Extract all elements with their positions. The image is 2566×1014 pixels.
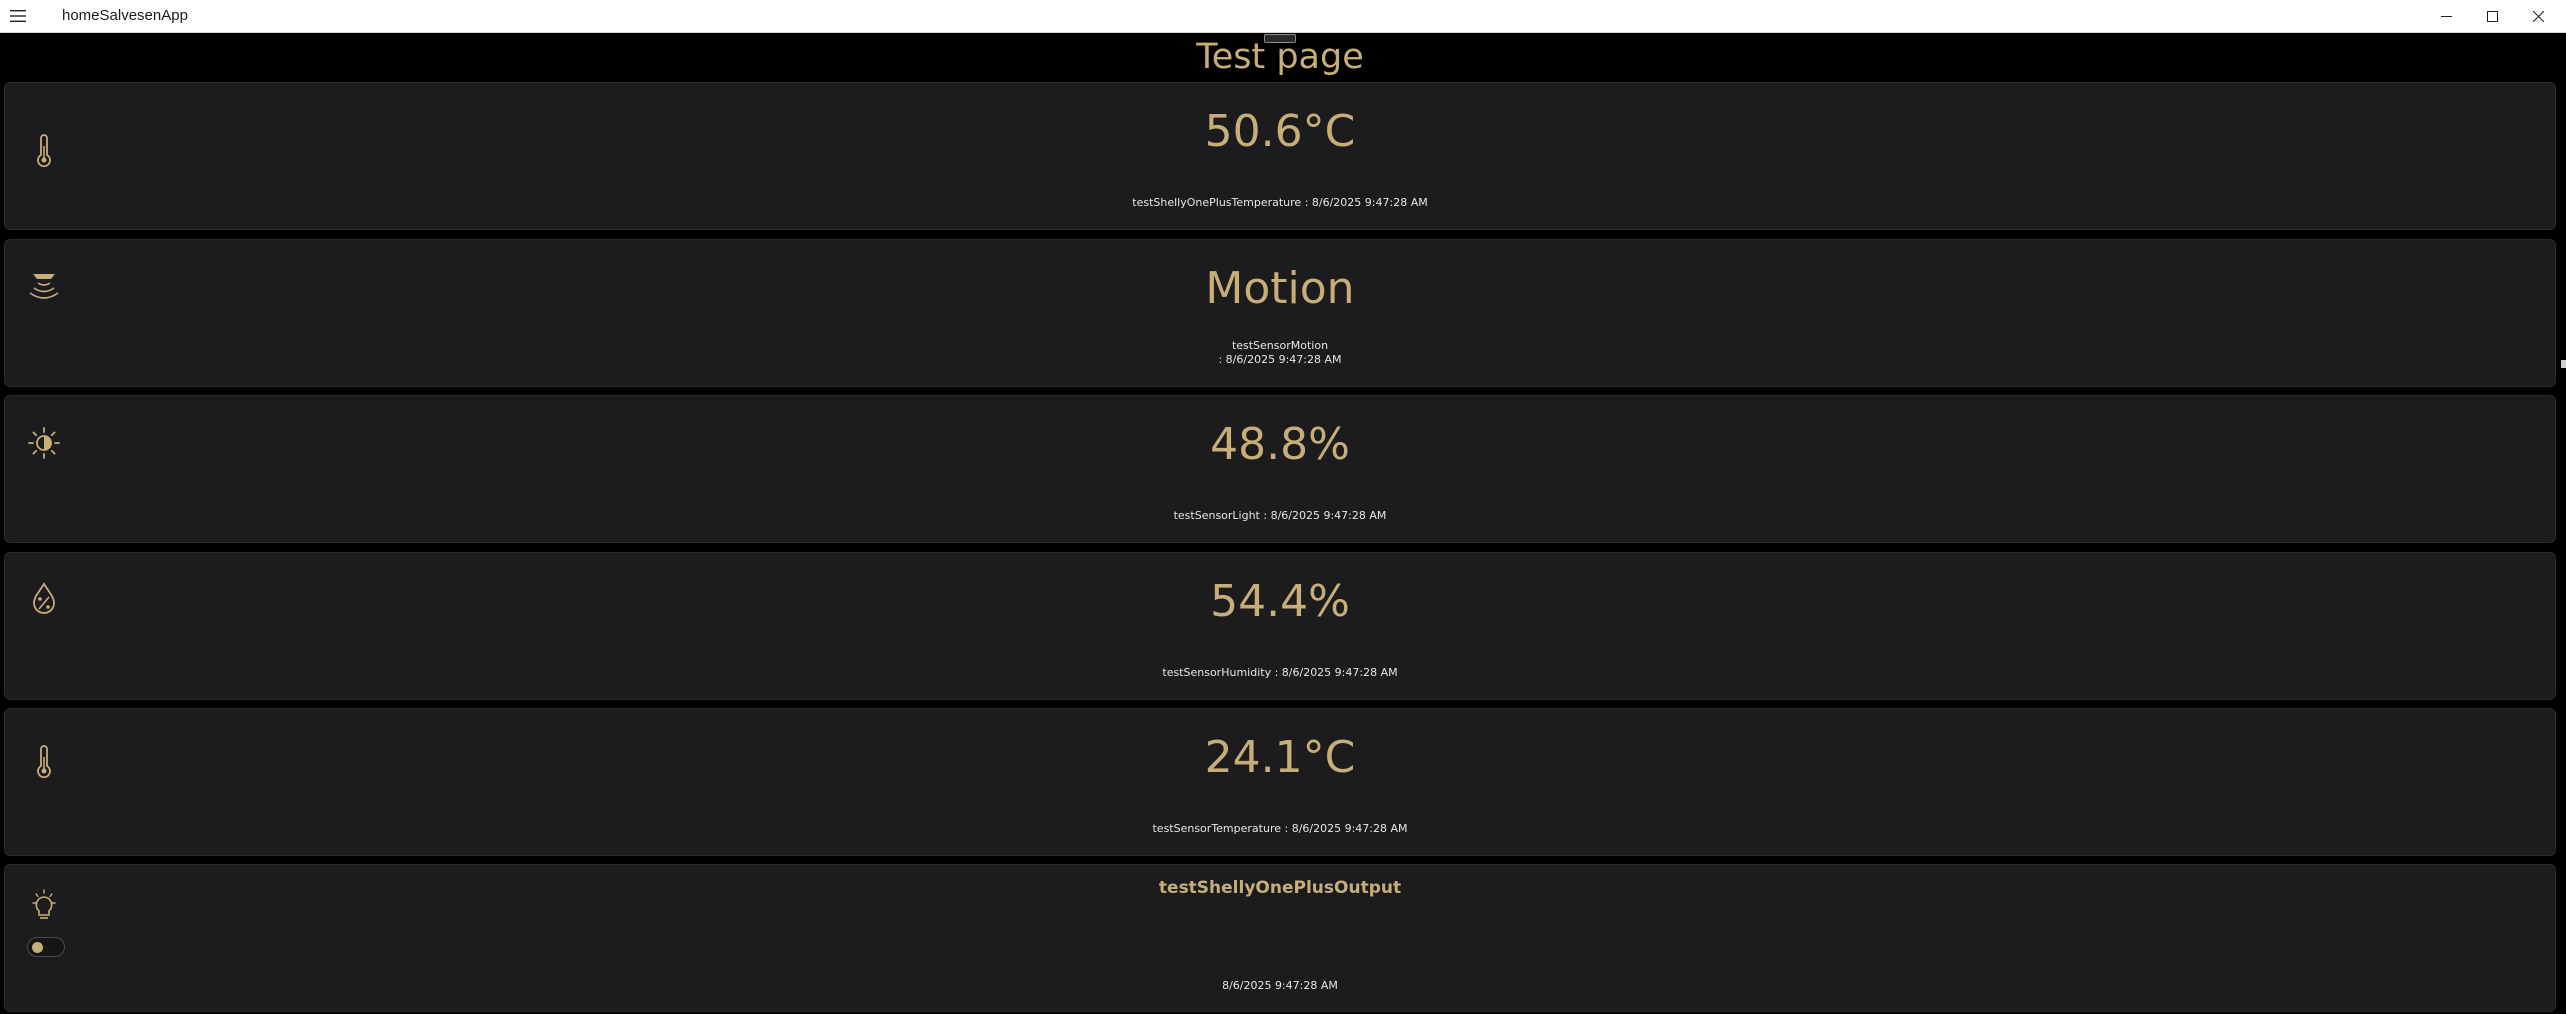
sensor-caption: testShellyOnePlusTemperature : 8/6/2025 … [1132,196,1428,209]
sensor-value: 54.4% [1210,576,1350,627]
sensor-value: 48.8% [1210,419,1350,470]
output-card-shelly[interactable]: testShellyOnePlusOutput 8/6/2025 9:47:28… [4,864,2556,1012]
sensor-card-temperature[interactable]: 24.1°C testSensorTemperature : 8/6/2025 … [4,708,2556,856]
maximize-icon [2486,7,2498,26]
sensor-value: 50.6°C [1204,106,1356,157]
sensor-caption-name: testSensorMotion [1231,339,1329,352]
sensor-value: Motion [1205,263,1355,314]
output-toggle-switch[interactable] [27,937,65,957]
output-title: testShellyOnePlusOutput [1158,878,1402,898]
minimize-button[interactable] [2424,0,2468,32]
sensor-caption-timestamp: : 8/6/2025 9:47:28 AM [1218,353,1342,366]
close-icon [2532,7,2544,26]
title-bar: homeSalvesenApp [0,0,2566,33]
minimize-icon [2440,7,2452,26]
sensor-card-humidity[interactable]: 54.4% testSensorHumidity : 8/6/2025 9:47… [4,552,2556,700]
app-title: homeSalvesenApp [62,7,188,24]
hamburger-menu-icon[interactable] [6,4,30,28]
sensor-caption: testSensorHumidity : 8/6/2025 9:47:28 AM [1162,666,1398,679]
toggle-knob [32,942,43,953]
maximize-button[interactable] [2470,0,2514,32]
sensor-caption: testSensorLight : 8/6/2025 9:47:28 AM [1173,509,1387,522]
sensor-card-shelly-temperature[interactable]: 50.6°C testShellyOnePlusTemperature : 8/… [4,82,2556,230]
sensor-card-light[interactable]: 48.8% testSensorLight : 8/6/2025 9:47:28… [4,395,2556,543]
sensor-caption: testSensorTemperature : 8/6/2025 9:47:28… [1152,822,1408,835]
sensor-card-motion[interactable]: Motion testSensorMotion : 8/6/2025 9:47:… [4,239,2556,387]
scrollbar-indicator[interactable] [2561,360,2566,368]
output-caption: 8/6/2025 9:47:28 AM [1222,979,1338,992]
sensor-value: 24.1°C [1204,732,1356,783]
page-title: Test page [1196,37,1364,77]
close-button[interactable] [2516,0,2560,32]
